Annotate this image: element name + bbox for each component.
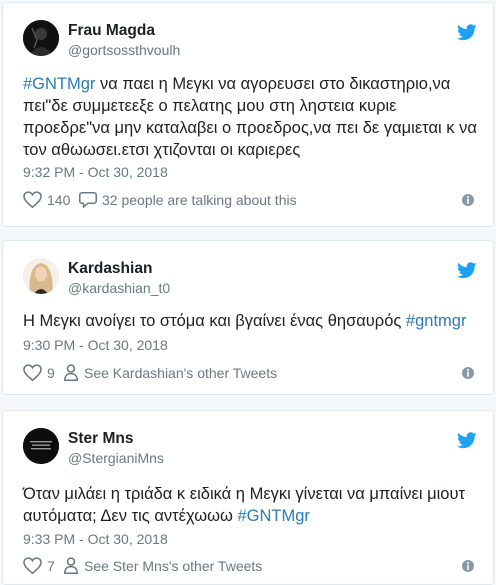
profile-link-text: See Ster Mns's other Tweets [84, 557, 263, 574]
tweet-card: Kardashian @kardashian_t0 Η Μεγκι ανοίγε… [2, 240, 494, 395]
profile-link-text: See Kardashian's other Tweets [84, 364, 278, 381]
profile-link[interactable]: See Kardashian's other Tweets [63, 364, 277, 381]
like-count: 9 [47, 364, 55, 381]
like-button[interactable]: 140 [23, 191, 70, 208]
hashtag-link[interactable]: #gntmgr [406, 312, 467, 330]
tweet-body: Η Μεγκι ανοίγει το στόμα και βγαίνει ένα… [23, 312, 406, 330]
heart-icon [23, 557, 42, 574]
user-handle[interactable]: @gortsossthvoulh [68, 42, 180, 58]
hashtag-link[interactable]: #GNTMgr [23, 75, 95, 93]
tweet-timestamp[interactable]: 9:30 PM - Oct 30, 2018 [23, 337, 168, 353]
heart-icon [23, 191, 42, 208]
user-handle[interactable]: @StergianiMns [68, 450, 164, 466]
tweet-actions: 9 See Kardashian's other Tweets [23, 364, 479, 384]
tweet-timestamp[interactable]: 9:33 PM - Oct 30, 2018 [23, 531, 168, 547]
twitter-bird-icon[interactable] [457, 24, 477, 41]
info-icon[interactable] [461, 559, 475, 573]
tweet-card: Ster Mns @StergianiMns Όταν μιλάει η τρι… [2, 410, 494, 585]
user-handle[interactable]: @kardashian_t0 [68, 280, 170, 296]
profile-link[interactable]: See Ster Mns's other Tweets [63, 557, 262, 574]
tweet-card: Frau Magda @gortsossthvoulh #GNTMgr να π… [2, 2, 494, 227]
tweet-header: Kardashian @kardashian_t0 [23, 258, 479, 298]
person-icon [64, 364, 78, 381]
info-icon[interactable] [461, 366, 475, 380]
heart-icon [23, 364, 42, 381]
info-icon[interactable] [461, 193, 475, 207]
like-count: 140 [47, 191, 71, 208]
display-name[interactable]: Frau Magda [68, 22, 155, 40]
tweet-text: Η Μεγκι ανοίγει το στόμα και βγαίνει ένα… [23, 310, 479, 332]
like-button[interactable]: 9 [23, 364, 55, 381]
avatar[interactable] [23, 258, 59, 294]
like-button[interactable]: 7 [23, 557, 55, 574]
conversation-link[interactable]: 32 people are talking about this [79, 191, 297, 208]
hashtag-link[interactable]: #GNTMgr [237, 507, 309, 525]
like-count: 7 [47, 557, 55, 574]
tweet-header: Frau Magda @gortsossthvoulh [23, 20, 479, 60]
tweet-text: #GNTMgr να παει η Μεγκι να αγορευσει στο… [23, 73, 479, 161]
tweet-header: Ster Mns @StergianiMns [23, 428, 479, 468]
twitter-bird-icon[interactable] [457, 262, 477, 279]
display-name[interactable]: Kardashian [68, 260, 152, 278]
reply-bubble-icon [79, 192, 97, 208]
twitter-bird-icon[interactable] [457, 432, 477, 449]
conversation-text: 32 people are talking about this [102, 191, 297, 208]
tweet-actions: 7 See Ster Mns's other Tweets [23, 557, 479, 577]
avatar[interactable] [23, 428, 59, 464]
display-name[interactable]: Ster Mns [68, 430, 133, 448]
person-icon [64, 557, 78, 574]
avatar[interactable] [23, 20, 59, 56]
tweet-timestamp[interactable]: 9:32 PM - Oct 30, 2018 [23, 164, 168, 180]
tweet-actions: 140 32 people are talking about this [23, 191, 479, 211]
tweet-text: Όταν μιλάει η τριάδα κ ειδικά η Μεγκι γί… [23, 483, 479, 527]
